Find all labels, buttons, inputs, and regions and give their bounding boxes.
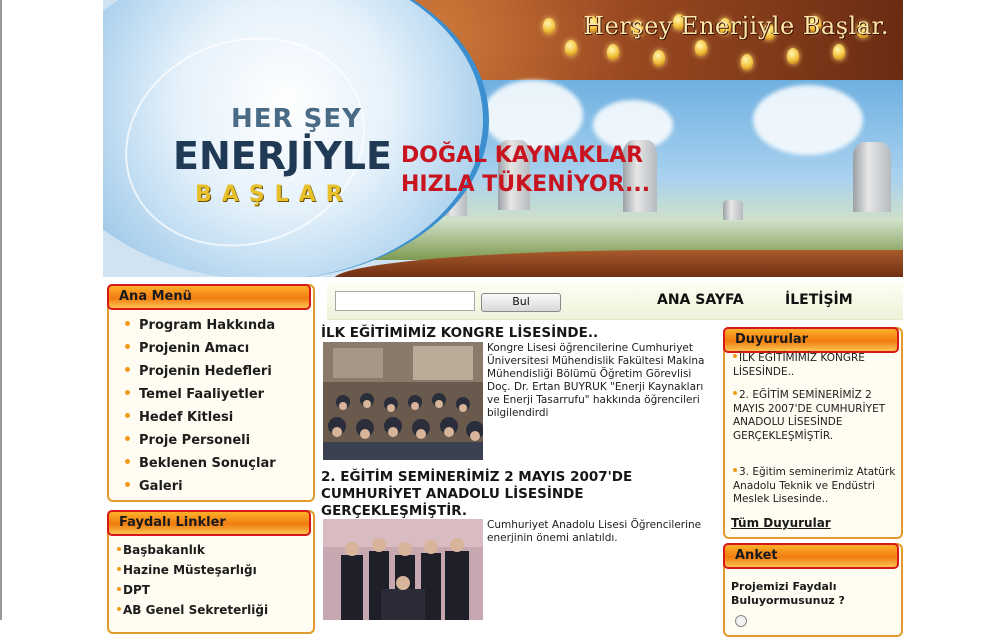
link-label: DPT (123, 583, 150, 597)
search-input[interactable] (335, 291, 475, 311)
useful-links-header: Faydalı Linkler (107, 510, 311, 536)
menu-item-purpose[interactable]: Projenin Amacı (125, 341, 249, 356)
top-navbar: Bul ANA SAYFA İLETİŞİM (327, 281, 903, 320)
bullet-icon (125, 436, 130, 441)
news-title-2[interactable]: 2. EĞİTİM SEMİNERİMİZ 2 MAYIS 2007'DE CU… (321, 469, 701, 520)
useful-links-box: Faydalı Linkler Başbakanlık Hazine Müste… (107, 510, 315, 634)
announcement-label: 3. Eğitim seminerimiz Atatürk Anadolu Te… (733, 466, 896, 505)
news-photo-2[interactable] (323, 519, 483, 620)
bullet-icon (125, 344, 130, 349)
announcement-item-2[interactable]: 2. EĞİTİM SEMİNERİMİZ 2 MAYIS 2007'DE CU… (733, 389, 897, 443)
banner-headline-2: HIZLA TÜKENİYOR... (401, 172, 651, 197)
menu-item-goals[interactable]: Projenin Hedefleri (125, 364, 272, 379)
banner-slogan: Herşey Enerjiyle Başlar. (583, 12, 889, 40)
menu-item-label: Temel Faaliyetler (139, 387, 265, 402)
search-button[interactable]: Bul (481, 293, 561, 312)
bullet-icon (733, 354, 737, 358)
menu-item-label: Projenin Amacı (139, 341, 250, 356)
poll-question: Projemizi Faydalı Buluyormusunuz ? (731, 580, 845, 607)
bullet-icon (125, 390, 130, 395)
menu-item-target[interactable]: Hedef Kitlesi (125, 410, 233, 425)
link-hazine[interactable]: Hazine Müsteşarlığı (117, 563, 257, 577)
link-label: AB Genel Sekreterliği (123, 603, 269, 617)
left-border (0, 0, 2, 620)
nav-link-contact[interactable]: İLETİŞİM (785, 292, 853, 308)
announcements-header: Duyurular (723, 327, 899, 353)
link-label: Hazine Müsteşarlığı (123, 563, 257, 577)
link-basbakanlik[interactable]: Başbakanlık (117, 543, 205, 557)
poll-header: Anket (723, 543, 899, 569)
poll-box: Anket Projemizi Faydalı Buluyormusunuz ? (723, 543, 903, 637)
link-dpt[interactable]: DPT (117, 583, 150, 597)
menu-item-label: Program Hakkında (139, 318, 276, 333)
bullet-icon (117, 546, 121, 551)
main-menu-title: Ana Menü (119, 289, 192, 304)
announcements-box: Duyurular İLK EĞİTİMİMİZ KONGRE LİSESİND… (723, 327, 903, 539)
menu-item-staff[interactable]: Proje Personeli (125, 433, 250, 448)
news-summary-2: Cumhuriyet Anadolu Lisesi Öğrencilerine … (487, 519, 702, 544)
bullet-icon (125, 413, 130, 418)
useful-links-title: Faydalı Linkler (119, 515, 226, 530)
menu-item-results[interactable]: Beklenen Sonuçlar (125, 456, 276, 471)
news-summary-1: Kongre Lisesi öğrencilerine Cumhuriyet Ü… (487, 342, 705, 419)
main-menu-header: Ana Menü (107, 284, 311, 310)
menu-item-label: Proje Personeli (139, 433, 251, 448)
bullet-icon (125, 482, 130, 487)
menu-item-gallery[interactable]: Galeri (125, 479, 183, 494)
announcement-label: 2. EĞİTİM SEMİNERİMİZ 2 MAYIS 2007'DE CU… (733, 389, 886, 442)
bullet-icon (733, 468, 737, 472)
menu-item-activities[interactable]: Temel Faaliyetler (125, 387, 264, 402)
bullet-icon (125, 321, 130, 326)
all-announcements-link[interactable]: Tüm Duyurular (731, 516, 831, 530)
announcement-item-1[interactable]: İLK EĞİTİMİMİZ KONGRE LİSESİNDE.. (733, 352, 897, 379)
brand-line-1: HER ŞEY (231, 104, 362, 134)
announcement-item-3[interactable]: 3. Eğitim seminerimiz Atatürk Anadolu Te… (733, 466, 897, 507)
banner-headline-1: DOĞAL KAYNAKLAR (401, 143, 644, 168)
menu-item-label: Galeri (139, 479, 183, 494)
bullet-icon (117, 586, 121, 591)
menu-item-label: Beklenen Sonuçlar (139, 456, 276, 471)
poll-option-radio[interactable] (735, 615, 747, 627)
link-ab[interactable]: AB Genel Sekreterliği (117, 603, 268, 617)
poll-title: Anket (735, 548, 778, 563)
brand-line-2: ENERJİYLE (173, 134, 392, 178)
menu-item-program[interactable]: Program Hakkında (125, 318, 275, 333)
nav-link-home[interactable]: ANA SAYFA (657, 292, 744, 308)
bullet-icon (117, 606, 121, 611)
header-banner: Herşey Enerjiyle Başlar. HER ŞEY ENERJİY… (103, 0, 903, 277)
announcements-title: Duyurular (735, 332, 809, 347)
bullet-icon (125, 459, 130, 464)
menu-item-label: Projenin Hedefleri (139, 364, 272, 379)
main-menu-box: Ana Menü Program Hakkında Projenin Amacı… (107, 284, 315, 502)
bullet-icon (125, 367, 130, 372)
bullet-icon (733, 391, 737, 395)
link-label: Başbakanlık (123, 543, 205, 557)
news-photo-1[interactable] (323, 342, 483, 460)
news-title-1[interactable]: İLK EĞİTİMİMİZ KONGRE LİSESİNDE.. (321, 325, 711, 342)
brand-line-3: BAŞLAR (195, 182, 353, 207)
menu-item-label: Hedef Kitlesi (139, 410, 234, 425)
bullet-icon (117, 566, 121, 571)
page: Herşey Enerjiyle Başlar. HER ŞEY ENERJİY… (103, 0, 903, 637)
announcement-label: İLK EĞİTİMİMİZ KONGRE LİSESİNDE.. (733, 352, 865, 378)
